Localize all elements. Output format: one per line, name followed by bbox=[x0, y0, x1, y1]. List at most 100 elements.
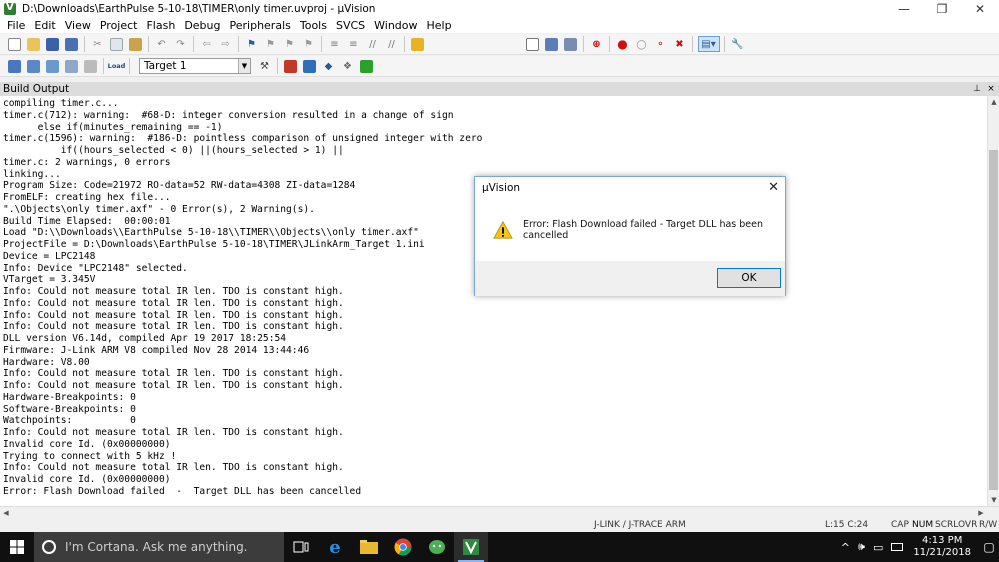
menu-debug[interactable]: Debug bbox=[180, 19, 224, 32]
pin-panel-button[interactable]: ⊥ bbox=[971, 84, 983, 94]
undo-button[interactable]: ↶ bbox=[154, 36, 170, 52]
taskbar-wechat[interactable] bbox=[420, 532, 454, 562]
menu-view[interactable]: View bbox=[61, 19, 95, 32]
find-dropdown-button[interactable] bbox=[525, 36, 541, 52]
close-panel-button[interactable]: × bbox=[985, 84, 997, 94]
taskbar-chrome[interactable] bbox=[386, 532, 420, 562]
taskbar-edge[interactable]: e bbox=[318, 532, 352, 562]
stop-build-button[interactable] bbox=[83, 58, 99, 74]
incremental-find-button[interactable] bbox=[544, 36, 560, 52]
task-view-button[interactable] bbox=[284, 532, 318, 562]
build-output-text-area[interactable]: compiling timer.c... timer.c(712): warni… bbox=[0, 96, 987, 506]
target-select[interactable]: Target 1 ▼ bbox=[139, 58, 251, 74]
prev-bookmark-button[interactable]: ⚑ bbox=[263, 36, 279, 52]
next-bookmark-button[interactable]: ⚑ bbox=[282, 36, 298, 52]
target-select-value: Target 1 bbox=[144, 60, 187, 72]
scroll-right-icon[interactable]: ▶ bbox=[975, 507, 987, 519]
vertical-scrollbar[interactable]: ▲ ▼ bbox=[987, 96, 999, 506]
output-line: Info: Could not measure total IR len. TD… bbox=[3, 462, 344, 474]
taskbar-file-explorer[interactable] bbox=[352, 532, 386, 562]
uvision-app-icon bbox=[4, 2, 16, 15]
new-file-button[interactable] bbox=[7, 36, 23, 52]
menu-edit[interactable]: Edit bbox=[30, 19, 59, 32]
horizontal-scrollbar[interactable]: ◀ ▶ bbox=[0, 506, 999, 518]
insert-breakpoint-button[interactable]: ● bbox=[615, 36, 631, 52]
arrow-right-icon: ⇨ bbox=[221, 38, 230, 50]
save-button[interactable] bbox=[45, 36, 61, 52]
software-packs-button[interactable] bbox=[359, 58, 375, 74]
start-button[interactable] bbox=[0, 532, 34, 562]
menu-svcs[interactable]: SVCS bbox=[332, 19, 369, 32]
minimize-button[interactable]: — bbox=[885, 0, 923, 17]
rebuild-button[interactable] bbox=[45, 58, 61, 74]
diamond-icon: ◆ bbox=[324, 60, 333, 72]
toolbar-separator bbox=[583, 36, 584, 52]
menu-flash[interactable]: Flash bbox=[142, 19, 179, 32]
menu-help[interactable]: Help bbox=[423, 19, 456, 32]
maximize-button[interactable]: ❐ bbox=[923, 0, 961, 17]
scroll-up-icon[interactable]: ▲ bbox=[988, 96, 999, 108]
toolbar-separator bbox=[148, 36, 149, 52]
target-options-button[interactable]: ⚒ bbox=[257, 58, 273, 74]
toolbar-separator bbox=[238, 36, 239, 52]
menu-file[interactable]: File bbox=[3, 19, 29, 32]
breakpoints-disable-icon: ⚬ bbox=[656, 38, 665, 50]
menu-tools[interactable]: Tools bbox=[296, 19, 331, 32]
scroll-left-icon[interactable]: ◀ bbox=[0, 507, 12, 519]
enable-breakpoint-button[interactable]: ○ bbox=[634, 36, 650, 52]
cortana-search-box[interactable]: I'm Cortana. Ask me anything. bbox=[34, 532, 284, 562]
indent-button[interactable]: ≡ bbox=[327, 36, 343, 52]
tray-chevron-icon[interactable]: ^ bbox=[841, 541, 850, 554]
dialog-title: µVision bbox=[482, 182, 521, 194]
uncomment-button[interactable]: // bbox=[384, 36, 400, 52]
open-file-button[interactable] bbox=[26, 36, 42, 52]
bookmark-prev-icon: ⚑ bbox=[266, 38, 275, 50]
menu-window[interactable]: Window bbox=[370, 19, 421, 32]
find-in-files-button[interactable] bbox=[410, 36, 426, 52]
comment-button[interactable]: // bbox=[365, 36, 381, 52]
nav-forward-button[interactable]: ⇨ bbox=[218, 36, 234, 52]
manage-components-button[interactable] bbox=[302, 58, 318, 74]
kill-breakpoints-button[interactable]: ✖ bbox=[672, 36, 688, 52]
window-layout-button[interactable]: ▤▾ bbox=[697, 36, 720, 52]
save-all-button[interactable] bbox=[64, 36, 80, 52]
keyboard-icon[interactable] bbox=[891, 543, 904, 551]
taskbar-clock[interactable]: 4:13 PM 11/21/2018 bbox=[913, 535, 971, 559]
build-button[interactable] bbox=[26, 58, 42, 74]
error-dialog: µVision ✕ Error: Flash Download failed -… bbox=[474, 176, 786, 296]
nav-back-button[interactable]: ⇦ bbox=[199, 36, 215, 52]
panel-title: Build Output bbox=[3, 83, 70, 95]
unindent-button[interactable]: ≡ bbox=[346, 36, 362, 52]
translate-button[interactable] bbox=[7, 58, 23, 74]
paste-button[interactable] bbox=[128, 36, 144, 52]
menu-project[interactable]: Project bbox=[96, 19, 142, 32]
manage-components-icon bbox=[303, 59, 316, 73]
redo-button[interactable]: ↷ bbox=[173, 36, 189, 52]
action-center-icon[interactable]: ▢ bbox=[979, 540, 999, 554]
clear-bookmarks-button[interactable]: ⚑ bbox=[301, 36, 317, 52]
copy-button[interactable] bbox=[109, 36, 125, 52]
batch-build-button[interactable] bbox=[64, 58, 80, 74]
bookmark-clear-icon: ⚑ bbox=[304, 38, 313, 50]
disable-breakpoints-button[interactable]: ⚬ bbox=[653, 36, 669, 52]
pack-installer-button[interactable]: ❖ bbox=[340, 58, 356, 74]
vertical-scroll-thumb[interactable] bbox=[989, 150, 998, 490]
file-extensions-button[interactable] bbox=[283, 58, 299, 74]
dialog-close-button[interactable]: ✕ bbox=[768, 180, 779, 195]
select-packs-button[interactable]: ◆ bbox=[321, 58, 337, 74]
ok-button[interactable]: OK bbox=[717, 268, 781, 288]
menu-peripherals[interactable]: Peripherals bbox=[226, 19, 295, 32]
toolbar-separator bbox=[404, 36, 405, 52]
find-button[interactable] bbox=[563, 36, 579, 52]
cut-button[interactable]: ✂ bbox=[90, 36, 106, 52]
insert-bookmark-button[interactable]: ⚑ bbox=[244, 36, 260, 52]
network-icon[interactable]: ▭ bbox=[873, 541, 883, 554]
taskbar-uvision[interactable] bbox=[454, 532, 488, 562]
volume-icon[interactable]: 🕪 bbox=[858, 540, 865, 554]
copy-icon bbox=[110, 37, 123, 51]
debug-session-button[interactable]: ⊕ bbox=[589, 36, 605, 52]
scroll-down-icon[interactable]: ▼ bbox=[988, 494, 999, 506]
configure-button[interactable]: 🔧 bbox=[730, 36, 746, 52]
load-download-button[interactable]: Load bbox=[108, 58, 126, 74]
close-window-button[interactable]: ✕ bbox=[961, 0, 999, 17]
